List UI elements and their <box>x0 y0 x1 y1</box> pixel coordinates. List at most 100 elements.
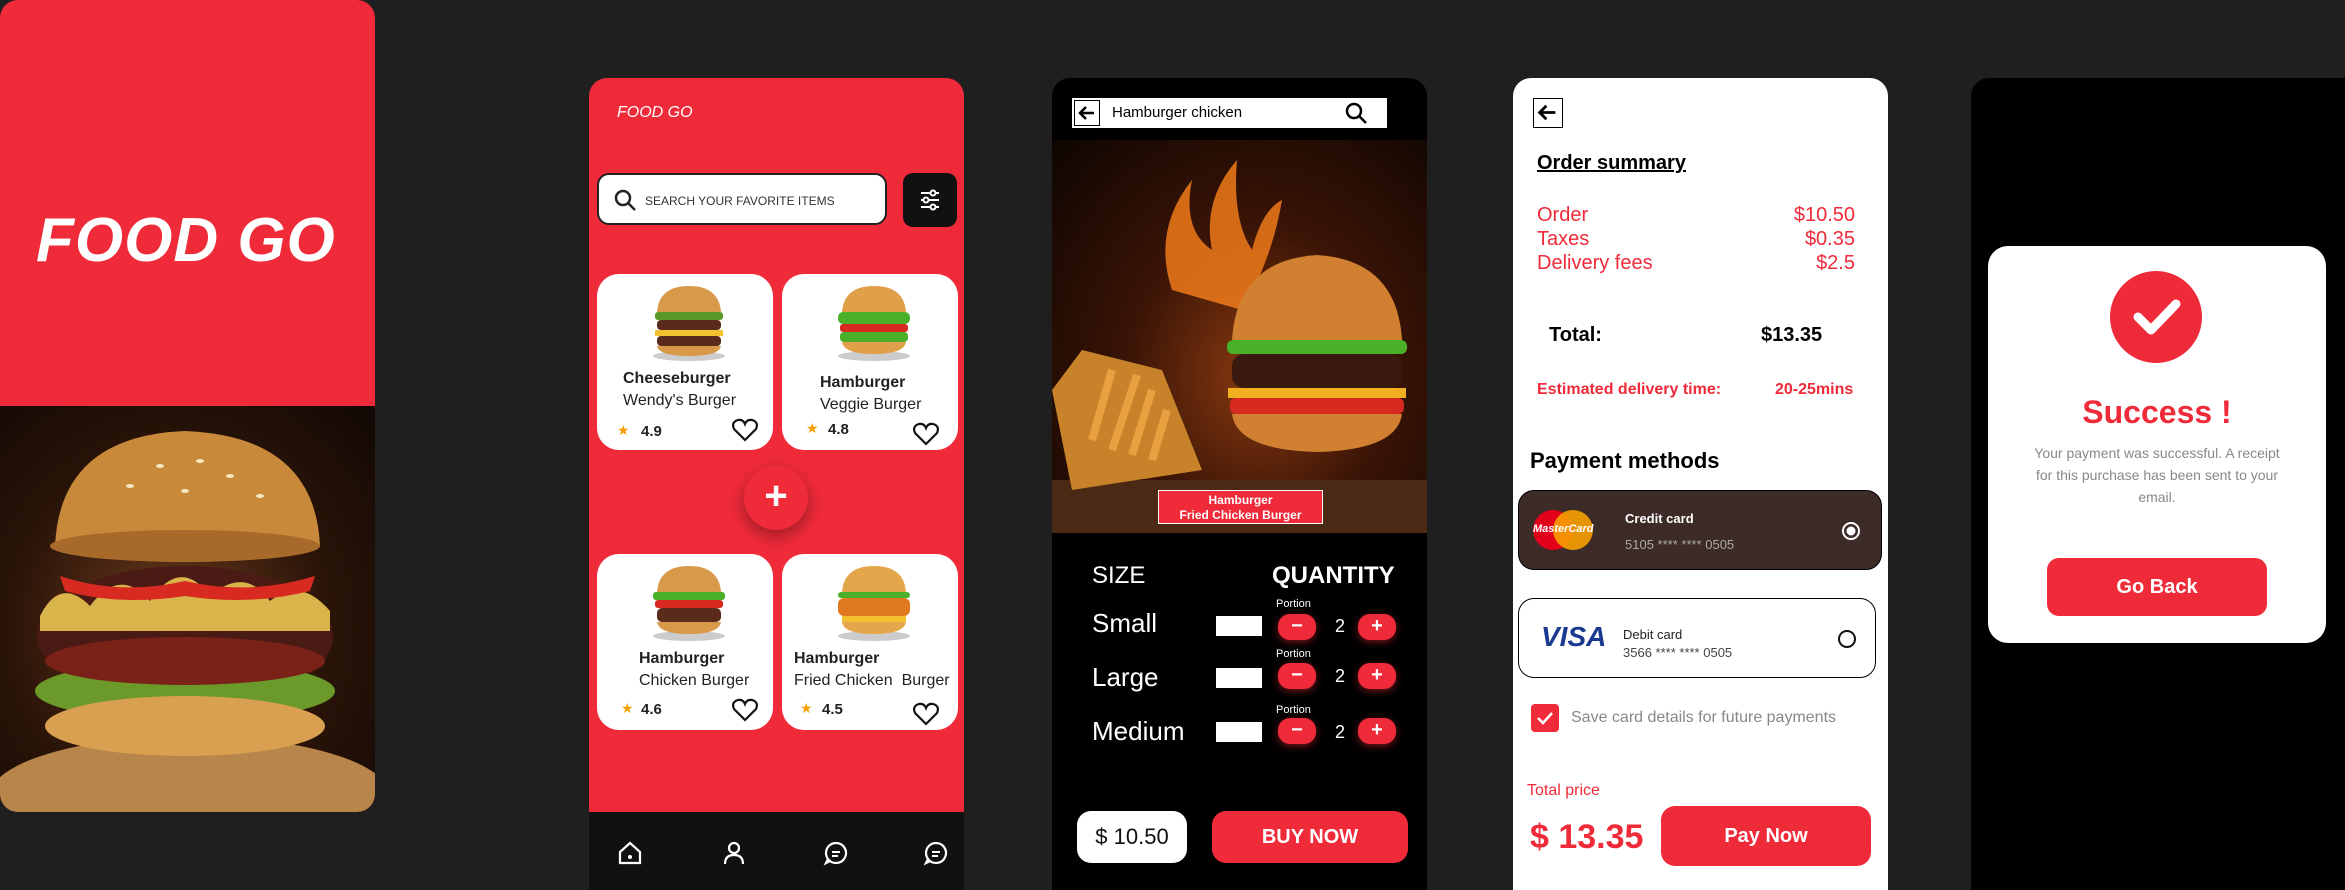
success-message: Your payment was successful. A receipt f… <box>2034 445 2280 505</box>
card-number: 5105 **** **** 0505 <box>1625 537 1735 552</box>
chat-icon[interactable] <box>823 840 849 866</box>
search-icon[interactable] <box>1344 101 1368 125</box>
product-card[interactable]: Hamburger Fried Chicken Burger ★ 4.5 <box>782 554 958 730</box>
portion-label: Portion <box>1276 598 1311 610</box>
veggie-burger-image <box>838 286 910 361</box>
portion-label: Portion <box>1276 648 1311 660</box>
checkout-screen: Order summary Order $10.50 Taxes $0.35 D… <box>1513 78 1888 890</box>
burger-hero-image <box>0 406 375 812</box>
estimated-delivery-label: Estimated delivery time: <box>1537 381 1722 398</box>
price-display: $ 10.50 <box>1077 811 1187 863</box>
card-brand: MasterCard <box>1533 523 1594 535</box>
estimated-delivery-value: 20-25mins <box>1775 381 1854 398</box>
product-name: Hamburger <box>820 374 906 391</box>
card-label: Credit card <box>1625 511 1694 526</box>
home-screen: FOOD GO SEARCH YOUR FAVORITE ITEMS Chees… <box>589 78 964 890</box>
decrease-button[interactable]: − <box>1278 663 1316 689</box>
heart-icon[interactable] <box>731 418 759 442</box>
success-badge <box>2110 271 2202 363</box>
search-bar[interactable]: Hamburger chicken <box>1072 98 1387 128</box>
increase-button[interactable]: + <box>1358 663 1396 689</box>
app-logo: FOOD GO <box>36 206 336 275</box>
product-photo <box>1052 140 1427 533</box>
product-name: Cheeseburger <box>623 370 731 387</box>
heart-icon[interactable] <box>912 422 940 446</box>
size-option-label: Small <box>1092 608 1158 638</box>
fried-chicken-burger-image <box>838 566 910 641</box>
size-checkbox[interactable] <box>1216 616 1262 636</box>
bottom-navigation <box>589 812 964 890</box>
product-rating: 4.8 <box>828 421 849 438</box>
product-card[interactable]: Cheeseburger Wendy's Burger ★ 4.9 <box>597 274 773 450</box>
sliders-icon <box>921 189 939 211</box>
go-back-button[interactable]: Go Back <box>2047 558 2267 616</box>
save-card-label: Save card details for future payments <box>1571 709 1837 726</box>
order-summary-title: Order summary <box>1537 152 1686 174</box>
buy-now-button[interactable]: BUY NOW <box>1212 811 1408 863</box>
back-button[interactable] <box>1533 98 1563 128</box>
radio-unselected-icon[interactable] <box>1837 629 1857 649</box>
radio-selected-icon[interactable] <box>1841 521 1861 541</box>
add-button[interactable]: + <box>744 466 808 530</box>
product-card[interactable]: Hamburger Chicken Burger ★ 4.6 <box>597 554 773 730</box>
product-card[interactable]: Hamburger Veggie Burger ★ 4.8 <box>782 274 958 450</box>
user-icon[interactable] <box>721 840 747 866</box>
decrease-button[interactable]: − <box>1278 614 1316 640</box>
search-query[interactable]: Hamburger chicken <box>1112 104 1242 121</box>
size-checkbox[interactable] <box>1216 668 1262 688</box>
product-subtitle: Veggie Burger <box>820 396 922 413</box>
product-name: Hamburger <box>794 650 880 667</box>
quantity-value: 2 <box>1335 722 1346 742</box>
star-icon: ★ <box>800 700 813 716</box>
home-icon[interactable] <box>617 840 643 866</box>
success-screen: Success ! Your payment was successful. A… <box>1971 78 2345 890</box>
quantity-header: QUANTITY <box>1272 562 1395 589</box>
credit-card-option[interactable]: MasterCard Credit card 5105 **** **** 05… <box>1518 490 1882 570</box>
decrease-button[interactable]: − <box>1278 718 1316 744</box>
search-input[interactable]: SEARCH YOUR FAVORITE ITEMS <box>597 173 887 225</box>
arrow-left-icon <box>1537 104 1556 121</box>
order-row-label: Delivery fees <box>1537 252 1653 274</box>
success-title: Success ! <box>2082 394 2232 430</box>
search-icon <box>614 189 636 211</box>
product-name: Hamburger <box>639 650 725 667</box>
star-icon: ★ <box>621 700 634 716</box>
order-row-value: $0.35 <box>1804 228 1855 250</box>
size-option-label: Medium <box>1092 716 1185 746</box>
back-button[interactable] <box>1074 100 1100 126</box>
portion-label: Portion <box>1276 704 1311 716</box>
card-number: 3566 **** **** 0505 <box>1623 645 1733 660</box>
heart-icon[interactable] <box>912 702 940 726</box>
total-price-label: Total price <box>1527 782 1600 799</box>
cheeseburger-image <box>653 286 725 361</box>
product-rating: 4.5 <box>822 701 843 718</box>
caption-title: Hamburger <box>1208 493 1273 507</box>
pay-now-button[interactable]: Pay Now <box>1661 806 1871 866</box>
size-checkbox[interactable] <box>1216 722 1262 742</box>
debit-card-option[interactable]: VISA Debit card 3566 **** **** 0505 <box>1518 598 1876 678</box>
star-icon: ★ <box>806 420 819 436</box>
product-detail-screen: Hamburger chicken Hamburger Fried Chicke… <box>1052 78 1427 890</box>
increase-button[interactable]: + <box>1358 718 1396 744</box>
brand-label: FOOD GO <box>617 104 693 121</box>
star-icon: ★ <box>617 422 630 438</box>
increase-button[interactable]: + <box>1358 614 1396 640</box>
quantity-value: 2 <box>1335 616 1346 636</box>
splash-screen: FOOD GO <box>0 0 375 812</box>
product-caption: Hamburger Fried Chicken Burger <box>1158 490 1323 524</box>
messages-icon[interactable] <box>923 840 949 866</box>
product-subtitle: Wendy's Burger <box>623 392 737 409</box>
product-rating: 4.6 <box>641 701 662 718</box>
order-row-label: Order <box>1537 204 1589 226</box>
heart-icon[interactable] <box>731 698 759 722</box>
filter-button[interactable] <box>903 173 957 227</box>
order-row-value: $2.5 <box>1816 252 1855 274</box>
total-label: Total: <box>1549 324 1602 346</box>
size-option-label: Large <box>1092 662 1159 692</box>
chicken-burger-image <box>653 566 725 641</box>
visa-logo: VISA <box>1541 621 1607 652</box>
arrow-left-icon <box>1078 106 1094 120</box>
caption-subtitle: Fried Chicken Burger <box>1179 508 1302 522</box>
success-dialog: Success ! Your payment was successful. A… <box>1988 246 2326 643</box>
save-card-checkbox[interactable] <box>1531 704 1559 732</box>
